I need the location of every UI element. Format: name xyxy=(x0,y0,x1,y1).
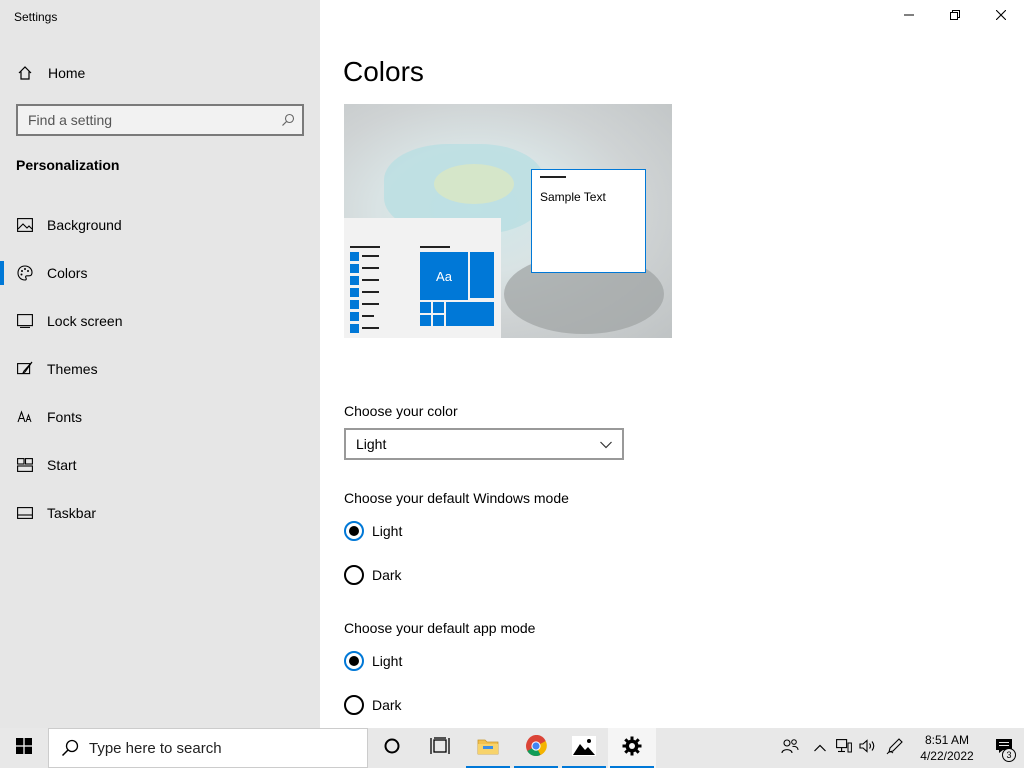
cortana-icon xyxy=(383,737,401,760)
minimize-button[interactable] xyxy=(886,0,932,32)
cortana-button[interactable] xyxy=(368,728,416,768)
settings-taskbar-button[interactable] xyxy=(608,728,656,768)
radio-circle[interactable] xyxy=(344,651,364,671)
volume-button[interactable] xyxy=(856,728,880,768)
preview-sample-window: Sample Text xyxy=(531,169,646,273)
main-content: Colors Aa Sample Text Choose your color … xyxy=(320,0,1024,728)
clock-time: 8:51 AM xyxy=(924,733,970,747)
system-tray: 8:51 AM 4/22/2022 3 xyxy=(772,728,1024,768)
action-center-button[interactable]: 3 xyxy=(984,728,1024,768)
pen-icon xyxy=(886,737,904,760)
chrome-icon xyxy=(525,734,547,762)
minimize-icon xyxy=(904,7,914,25)
windows-mode-label: Choose your default Windows mode xyxy=(344,490,569,506)
sidebar-item-label: Fonts xyxy=(47,409,83,425)
nav-list: Background Colors Lock screen Themes Fon… xyxy=(0,201,320,537)
fonts-icon xyxy=(16,408,34,426)
task-view-button[interactable] xyxy=(416,728,464,768)
chrome-button[interactable] xyxy=(512,728,560,768)
windows-mode-dark-radio[interactable]: Dark xyxy=(344,564,402,586)
notification-badge: 3 xyxy=(1002,748,1016,762)
lock-screen-icon xyxy=(16,312,34,330)
choose-color-label: Choose your color xyxy=(344,403,458,419)
picture-icon xyxy=(16,216,34,234)
radio-circle[interactable] xyxy=(344,565,364,585)
start-icon xyxy=(16,456,34,474)
window-controls xyxy=(886,0,1024,32)
radio-circle[interactable] xyxy=(344,521,364,541)
radio-label: Dark xyxy=(372,697,402,713)
radio-label: Light xyxy=(372,653,403,669)
radio-label: Dark xyxy=(372,567,402,583)
nav-home[interactable]: Home xyxy=(16,62,85,84)
clock-date: 4/22/2022 xyxy=(920,749,974,763)
chevron-down-icon xyxy=(600,436,612,452)
preview-tile: Aa xyxy=(420,252,468,300)
speaker-icon xyxy=(859,738,877,758)
sidebar-item-label: Background xyxy=(47,217,122,233)
sidebar-item-taskbar[interactable]: Taskbar xyxy=(0,489,320,537)
taskbar-search-box[interactable]: Type here to search xyxy=(48,728,368,768)
sidebar-item-colors[interactable]: Colors xyxy=(0,249,320,297)
color-preview: Aa Sample Text xyxy=(344,104,672,338)
people-icon xyxy=(781,738,799,759)
preview-background xyxy=(434,164,514,204)
windows-mode-light-radio[interactable]: Light xyxy=(344,520,402,542)
task-view-icon xyxy=(430,736,450,760)
search-icon[interactable] xyxy=(274,113,302,127)
taskbar-icon xyxy=(16,504,34,522)
dropdown-value: Light xyxy=(356,436,387,452)
sidebar-item-label: Start xyxy=(47,457,77,473)
palette-icon xyxy=(16,264,34,282)
start-button[interactable] xyxy=(0,728,48,768)
sidebar-item-lock-screen[interactable]: Lock screen xyxy=(0,297,320,345)
taskbar: Type here to search 8:51 AM 4/22/2022 3 xyxy=(0,728,1024,768)
network-icon xyxy=(836,738,852,758)
search-icon xyxy=(61,739,79,757)
app-title: Settings xyxy=(14,10,58,24)
close-button[interactable] xyxy=(978,0,1024,32)
home-icon xyxy=(16,64,34,82)
windows-logo-icon xyxy=(16,737,32,759)
sample-text: Sample Text xyxy=(540,190,606,204)
network-button[interactable] xyxy=(832,728,856,768)
show-hidden-icons-button[interactable] xyxy=(808,728,832,768)
setting-search-box[interactable] xyxy=(16,104,304,136)
sidebar-item-start[interactable]: Start xyxy=(0,441,320,489)
sidebar-item-label: Taskbar xyxy=(47,505,97,521)
chevron-up-icon xyxy=(814,739,826,757)
file-explorer-button[interactable] xyxy=(464,728,512,768)
sidebar-item-label: Themes xyxy=(47,361,98,377)
sidebar-item-label: Lock screen xyxy=(47,313,123,329)
sidebar-item-label: Colors xyxy=(47,265,88,281)
app-mode-dark-radio[interactable]: Dark xyxy=(344,694,402,716)
taskbar-search-placeholder: Type here to search xyxy=(89,739,222,757)
sidebar: Settings Home Personalization Background… xyxy=(0,0,320,728)
restore-icon xyxy=(950,7,960,25)
clock[interactable]: 8:51 AM 4/22/2022 xyxy=(910,732,984,764)
photos-icon xyxy=(572,735,596,761)
radio-label: Light xyxy=(372,523,403,539)
page-title: Colors xyxy=(343,56,424,87)
restore-button[interactable] xyxy=(932,0,978,32)
pen-workspace-button[interactable] xyxy=(880,728,910,768)
section-title: Personalization xyxy=(16,157,120,173)
sidebar-item-background[interactable]: Background xyxy=(0,201,320,249)
sidebar-item-fonts[interactable]: Fonts xyxy=(0,393,320,441)
close-icon xyxy=(995,7,1007,25)
app-mode-label: Choose your default app mode xyxy=(344,620,536,636)
people-button[interactable] xyxy=(772,728,808,768)
brush-icon xyxy=(16,360,34,378)
gear-icon xyxy=(622,736,642,761)
photos-button[interactable] xyxy=(560,728,608,768)
radio-circle[interactable] xyxy=(344,695,364,715)
app-mode-light-radio[interactable]: Light xyxy=(344,650,402,672)
choose-color-dropdown[interactable]: Light xyxy=(344,428,624,460)
nav-home-label: Home xyxy=(48,65,86,81)
setting-search-input[interactable] xyxy=(18,106,274,134)
folder-icon xyxy=(477,737,499,760)
sidebar-item-themes[interactable]: Themes xyxy=(0,345,320,393)
